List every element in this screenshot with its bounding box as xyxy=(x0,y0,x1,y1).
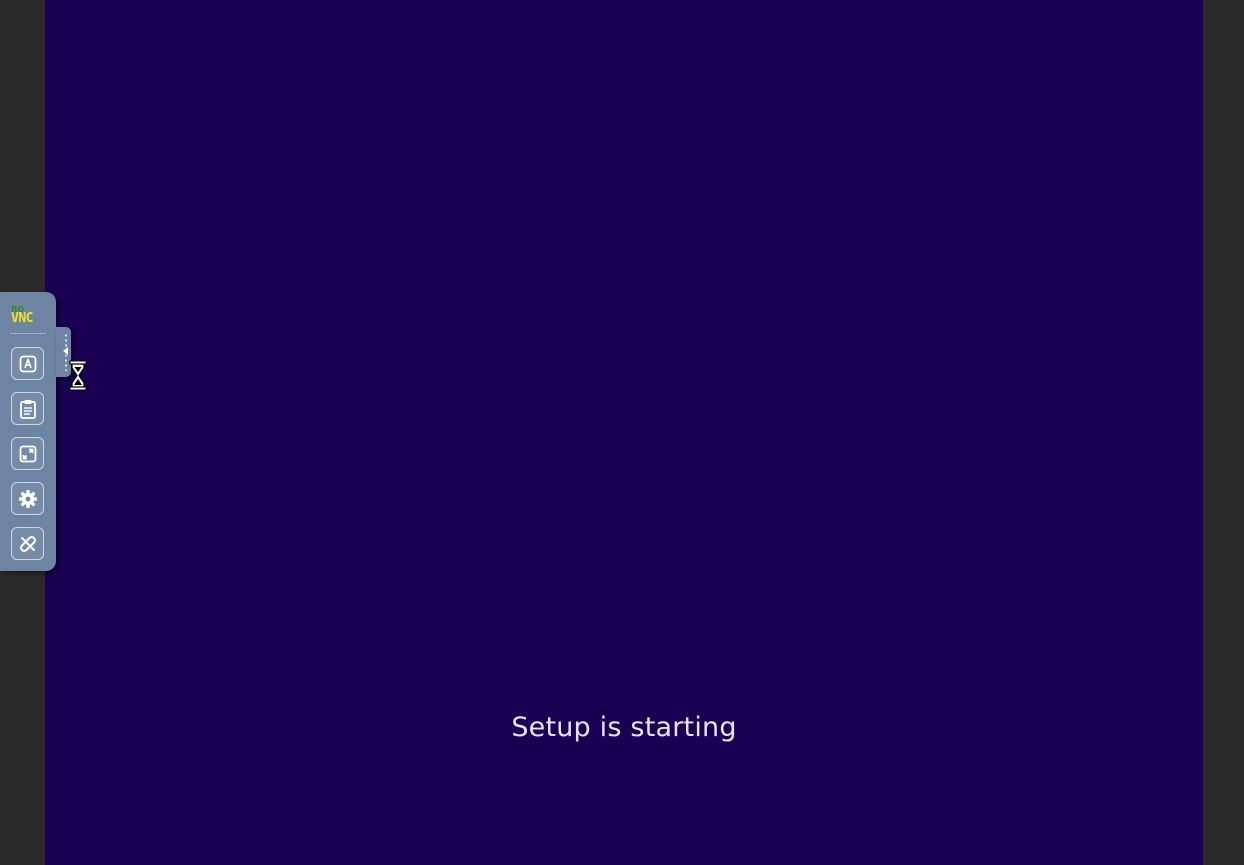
novnc-logo: no VNC xyxy=(10,303,48,325)
control-bar: no VNC xyxy=(0,292,56,571)
logo-divider xyxy=(10,333,46,334)
fullscreen-button[interactable] xyxy=(11,437,44,470)
disconnect-button[interactable] xyxy=(11,527,44,560)
remote-screen[interactable]: Setup is starting xyxy=(45,0,1203,865)
keyboard-button[interactable] xyxy=(11,347,44,380)
gear-icon xyxy=(18,489,38,509)
logo-vnc-text: VNC xyxy=(11,311,33,326)
settings-button[interactable] xyxy=(11,482,44,515)
clipboard-button[interactable] xyxy=(11,392,44,425)
clipboard-icon xyxy=(19,399,37,419)
novnc-viewer: Setup is starting no VNC xyxy=(0,0,1244,865)
keyboard-icon xyxy=(19,355,37,373)
setup-status-text: Setup is starting xyxy=(511,712,737,743)
hourglass-icon xyxy=(69,360,87,392)
disconnect-icon xyxy=(18,534,38,554)
fullscreen-icon xyxy=(19,445,37,463)
collapse-arrow-icon xyxy=(63,347,68,355)
